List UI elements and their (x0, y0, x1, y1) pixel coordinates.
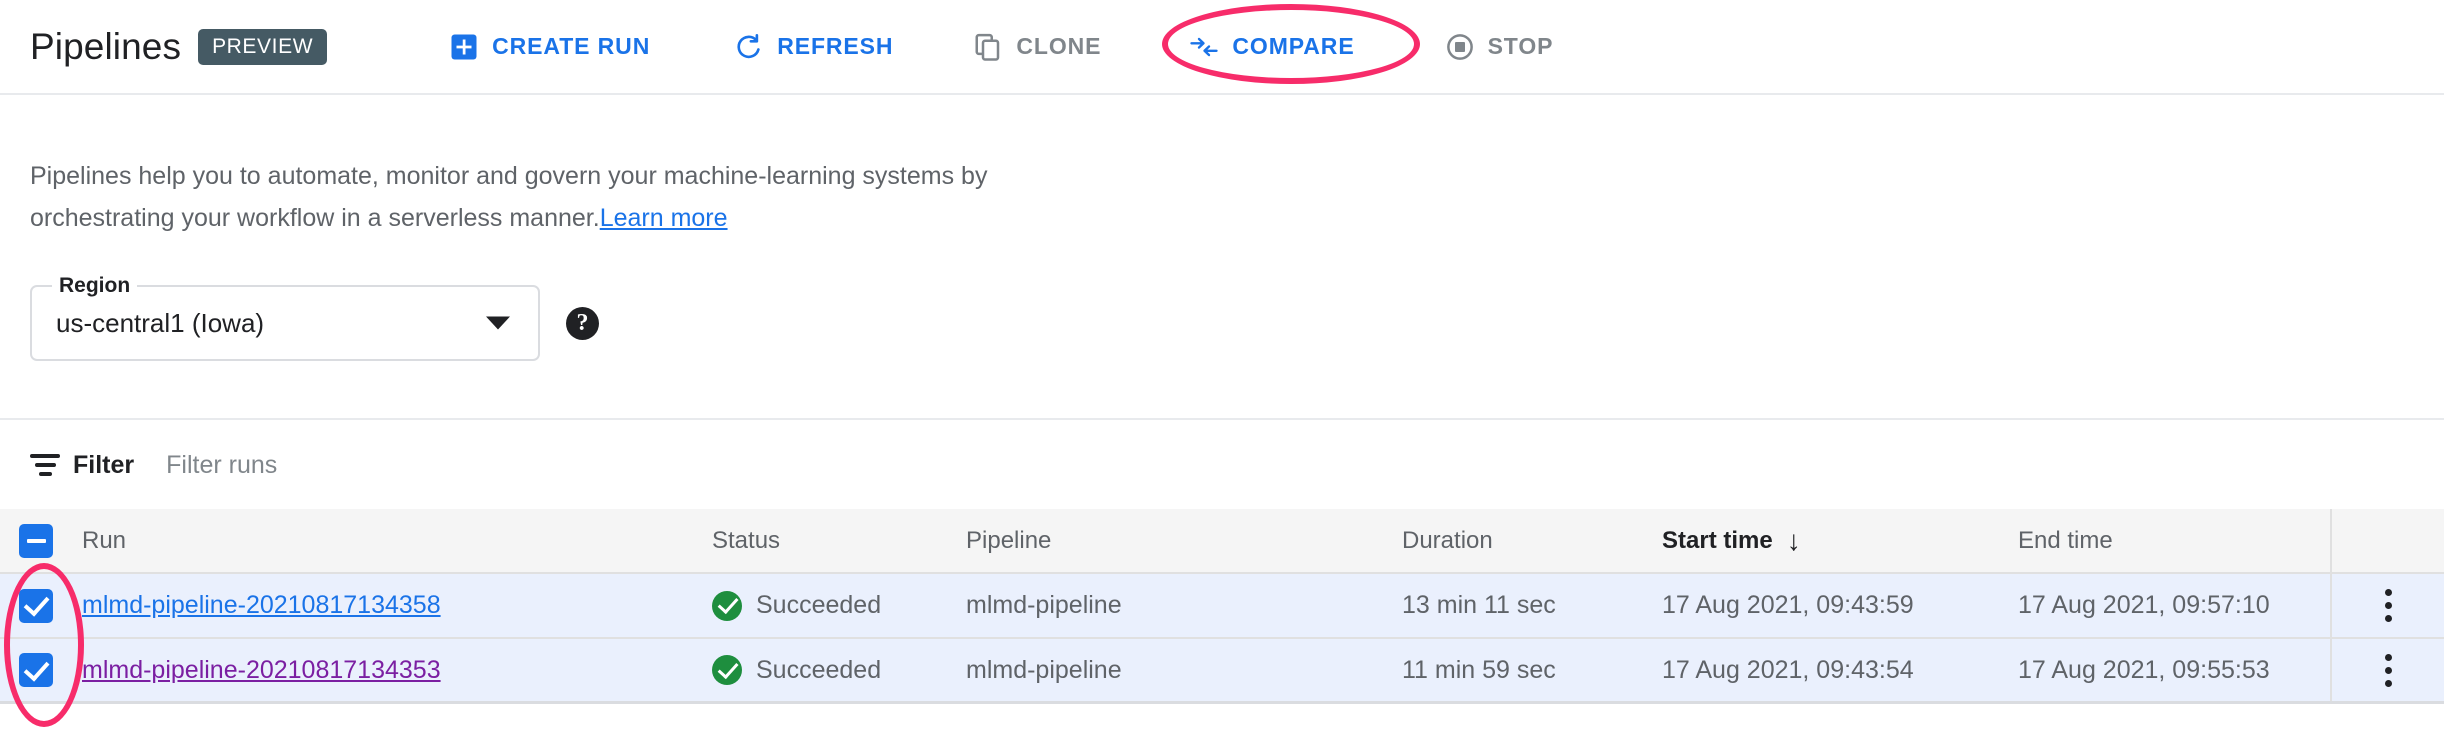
learn-more-link[interactable]: Learn more (600, 204, 728, 232)
stop-circle-icon (1445, 32, 1475, 62)
table-header-row: Run Status Pipeline Duration Start time … (0, 509, 2444, 574)
start-time-cell: 17 Aug 2021, 09:43:59 (1662, 591, 2018, 620)
pipeline-cell: mlmd-pipeline (966, 656, 1402, 685)
clone-button[interactable]: CLONE (949, 19, 1125, 75)
column-header-start-time[interactable]: Start time ↓ (1662, 527, 2018, 555)
row-checkbox-cell (0, 589, 72, 623)
duration-cell: 11 min 59 sec (1402, 656, 1662, 685)
filter-input[interactable] (166, 451, 966, 480)
run-name-cell: mlmd-pipeline-20210817134358 (72, 591, 712, 620)
column-header-actions (2330, 509, 2444, 572)
row-checkbox[interactable] (19, 589, 53, 623)
filter-label: Filter (73, 451, 134, 480)
row-actions-cell (2330, 639, 2444, 701)
column-header-duration[interactable]: Duration (1402, 527, 1662, 555)
region-select[interactable]: Region us-central1 (Iowa) (30, 285, 540, 361)
pipeline-cell: mlmd-pipeline (966, 591, 1402, 620)
refresh-button[interactable]: REFRESH (710, 19, 917, 75)
compare-arrows-icon (1189, 32, 1219, 62)
chevron-down-icon (486, 317, 510, 330)
page-description: Pipelines help you to automate, monitor … (30, 155, 1130, 239)
status-label: Succeeded (756, 656, 881, 685)
clone-label: CLONE (1016, 33, 1101, 60)
create-run-button[interactable]: CREATE RUN (425, 19, 674, 75)
run-link[interactable]: mlmd-pipeline-20210817134353 (82, 656, 441, 684)
more-options-icon[interactable] (2379, 583, 2398, 628)
pipeline-runs-table: Run Status Pipeline Duration Start time … (0, 509, 2444, 704)
region-label: Region (52, 272, 137, 300)
sort-descending-icon: ↓ (1787, 527, 1801, 555)
run-link[interactable]: mlmd-pipeline-20210817134358 (82, 591, 441, 619)
region-value: us-central1 (Iowa) (56, 308, 264, 339)
select-all-checkbox[interactable] (19, 524, 53, 558)
check-circle-icon (712, 591, 742, 621)
filter-icon[interactable] (30, 454, 60, 476)
add-box-icon (449, 32, 479, 62)
end-time-cell: 17 Aug 2021, 09:57:10 (2018, 591, 2330, 620)
page-header: Pipelines PREVIEW CREATE RUN REFRESH (0, 0, 2444, 95)
preview-badge: PREVIEW (198, 29, 327, 65)
start-time-cell: 17 Aug 2021, 09:43:54 (1662, 656, 2018, 685)
stop-button[interactable]: STOP (1421, 19, 1578, 75)
refresh-icon (734, 32, 764, 62)
check-circle-icon (712, 655, 742, 685)
status-cell: Succeeded (712, 591, 966, 621)
column-header-end-time[interactable]: End time (2018, 527, 2330, 555)
column-header-status[interactable]: Status (712, 527, 966, 555)
duration-cell: 13 min 11 sec (1402, 591, 1662, 620)
create-run-label: CREATE RUN (492, 33, 650, 60)
table-row[interactable]: mlmd-pipeline-20210817134358 Succeeded m… (0, 574, 2444, 639)
run-name-cell: mlmd-pipeline-20210817134353 (72, 656, 712, 685)
row-actions-cell (2330, 574, 2444, 637)
refresh-label: REFRESH (777, 33, 893, 60)
stop-label: STOP (1488, 33, 1554, 60)
status-label: Succeeded (756, 591, 881, 620)
select-all-checkbox-cell (0, 524, 72, 558)
filter-bar: Filter (30, 440, 966, 490)
section-divider (0, 418, 2444, 420)
end-time-cell: 17 Aug 2021, 09:55:53 (2018, 656, 2330, 685)
compare-label: COMPARE (1232, 33, 1354, 60)
column-header-run[interactable]: Run (72, 527, 712, 555)
column-header-pipeline[interactable]: Pipeline (966, 527, 1402, 555)
row-checkbox[interactable] (19, 653, 53, 687)
description-text: Pipelines help you to automate, monitor … (30, 162, 987, 232)
region-selector-group: Region us-central1 (Iowa) ? (30, 285, 599, 361)
toolbar: CREATE RUN REFRESH CLONE (425, 0, 1577, 93)
page-title: Pipelines (30, 26, 181, 68)
row-checkbox-cell (0, 653, 72, 687)
more-options-icon[interactable] (2379, 648, 2398, 693)
status-cell: Succeeded (712, 655, 966, 685)
column-header-start-time-label: Start time (1662, 527, 1773, 555)
compare-button[interactable]: COMPARE (1165, 19, 1378, 75)
table-row[interactable]: mlmd-pipeline-20210817134353 Succeeded m… (0, 639, 2444, 704)
help-icon[interactable]: ? (566, 307, 599, 340)
copy-icon (973, 32, 1003, 62)
